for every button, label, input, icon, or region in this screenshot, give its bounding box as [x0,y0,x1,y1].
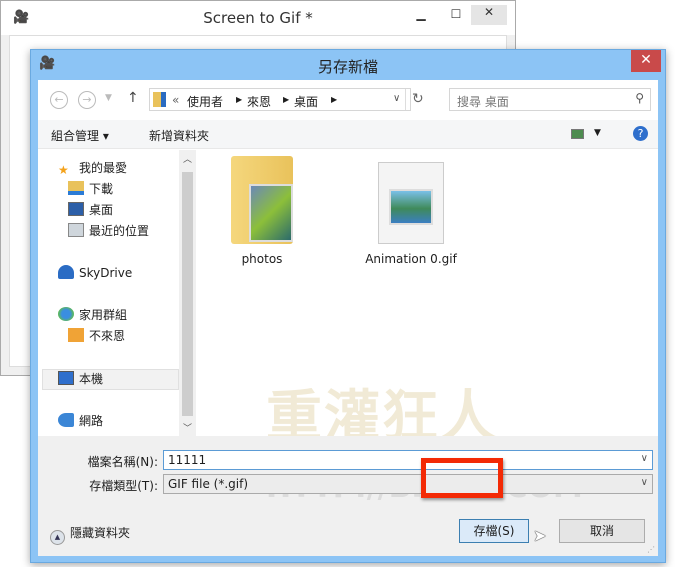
chevron-down-icon[interactable]: ∨ [393,93,400,104]
search-placeholder: 搜尋 桌面 [457,95,509,109]
sidebar-item-network[interactable]: 網路 [58,411,103,431]
view-icon[interactable] [571,129,584,139]
dialog-title: 另存新檔 [317,58,378,76]
breadcrumb-item[interactable]: 桌面 [294,93,318,110]
sidebar-item-label: 不來恩 [89,329,126,343]
resize-grip-icon[interactable]: ⋰ [647,545,655,554]
refresh-button[interactable]: ↻ [412,91,424,107]
file-options-panel: HTTP://BRIAN.COM 檔案名稱(N): 11111∨ 存檔類型(T)… [38,436,658,556]
up-button[interactable]: ↑ [127,90,139,106]
sidebar-item-downloads[interactable]: 下載 [68,179,113,199]
image-file-icon [378,162,444,244]
chevron-down-icon[interactable]: ∨ [641,477,648,488]
sidebar-item-label: 本機 [79,372,104,386]
sidebar-item-favorites[interactable]: ★ 我的最愛 [58,158,127,178]
sidebar-item-label: 我的最愛 [79,161,128,175]
sidebar-item-homegroup[interactable]: 家用群組 [58,305,127,325]
chevron-right-icon[interactable]: ▶ [283,95,289,104]
chevron-down-icon[interactable]: ∨ [641,453,648,464]
help-button[interactable]: ? [633,126,648,141]
breadcrumb-overflow[interactable]: « [172,93,179,107]
cursor-icon: ➤ [533,526,547,545]
sidebar-item-label: SkyDrive [79,266,133,280]
view-dropdown-icon[interactable]: ▼ [594,128,601,138]
title-bar: 🎥 Screen to Gif * ▁ ☐ ✕ [1,1,515,35]
save-button[interactable]: 存檔(S) [459,519,529,543]
downloads-icon [68,181,84,195]
homegroup-icon [58,307,74,321]
window-title: Screen to Gif * [203,9,313,27]
file-item-photos[interactable]: photos [216,156,308,266]
filetype-select[interactable]: GIF file (*.gif) ∨ [163,474,653,494]
back-button[interactable]: ← [50,91,68,109]
scroll-up-icon[interactable]: ︿ [183,152,192,165]
dialog-body: ← → ▼ ↑ « 使用者 ▶ 來恩 ▶ 桌面 ▶ ∨ ↻ 搜尋 桌面 ⚲ 組合… [38,80,658,556]
navigation-pane: ★ 我的最愛 下載 桌面 最近的位置 SkyDrive 家用群組 不來恩 本機 網… [38,150,198,436]
sidebar-item-label: 網路 [79,414,104,428]
skydrive-icon [58,265,74,279]
recent-dropdown-icon[interactable]: ▼ [105,93,112,103]
folder-icon [153,92,166,107]
sidebar-item-desktop[interactable]: 桌面 [68,200,113,220]
computer-icon [58,371,74,385]
sidebar-item-label: 家用群組 [79,308,128,322]
new-folder-button[interactable]: 新增資料夾 [149,127,209,144]
save-as-dialog: 🎥 另存新檔 ✕ ← → ▼ ↑ « 使用者 ▶ 來恩 ▶ 桌面 ▶ ∨ ↻ 搜… [30,49,666,563]
address-bar[interactable]: « 使用者 ▶ 來恩 ▶ 桌面 ▶ ∨ ↻ [149,88,424,111]
sidebar-item-recent-places[interactable]: 最近的位置 [68,221,149,241]
sidebar-item-label: 最近的位置 [89,224,150,238]
sidebar-item-user[interactable]: 不來恩 [68,326,125,346]
breadcrumb-item[interactable]: 來恩 [247,93,271,110]
close-button[interactable]: ✕ [631,50,661,72]
file-item-animation-gif[interactable]: Animation 0.gif [356,156,466,266]
file-name: photos [241,252,283,266]
filename-label: 檔案名稱(N): [87,455,158,469]
hide-folders-toggle[interactable]: ▲ 隱藏資料夾 [50,524,130,545]
scroll-down-icon[interactable]: ﹀ [183,421,192,434]
hide-folders-label: 隱藏資料夾 [70,526,131,540]
sidebar-item-this-pc[interactable]: 本機 [58,369,103,389]
cancel-button[interactable]: 取消 [559,519,645,543]
chevron-right-icon[interactable]: ▶ [236,95,242,104]
sidebar-item-label: 下載 [89,182,114,196]
toolbar: 組合管理 ▾ 新增資料夾 ▼ ? [38,120,658,149]
divider [405,89,406,110]
search-box[interactable]: 搜尋 桌面 ⚲ [449,88,651,111]
filetype-value: GIF file (*.gif) [168,477,248,491]
filetype-label: 存檔類型(T): [89,479,158,493]
highlight-box [421,458,503,498]
minimize-button[interactable]: ▁ [406,7,436,21]
desktop-icon [68,202,84,216]
organize-button[interactable]: 組合管理 ▾ [51,127,109,144]
search-icon[interactable]: ⚲ [635,91,644,105]
folder-icon [231,156,293,244]
network-icon [58,413,74,427]
file-list: photos Animation 0.gif 重灌狂人 [196,150,658,450]
sidebar-item-label: 桌面 [89,203,114,217]
recent-places-icon [68,223,84,237]
scrollbar-thumb[interactable] [182,172,193,416]
chevron-up-icon: ▲ [50,530,65,545]
chevron-right-icon[interactable]: ▶ [331,95,337,104]
star-icon: ★ [58,163,69,177]
filename-value: 11111 [168,453,207,467]
navigation-bar: ← → ▼ ↑ « 使用者 ▶ 來恩 ▶ 桌面 ▶ ∨ ↻ 搜尋 桌面 ⚲ [38,80,658,120]
forward-button[interactable]: → [78,91,96,109]
filename-input[interactable]: 11111 ∨ [163,450,653,470]
maximize-button[interactable]: ☐ [441,7,471,21]
sidebar-item-skydrive[interactable]: SkyDrive [58,263,132,283]
breadcrumb-item[interactable]: 使用者 [187,93,223,110]
close-button[interactable]: ✕ [471,5,507,25]
user-icon [68,328,84,342]
file-name: Animation 0.gif [365,252,457,266]
